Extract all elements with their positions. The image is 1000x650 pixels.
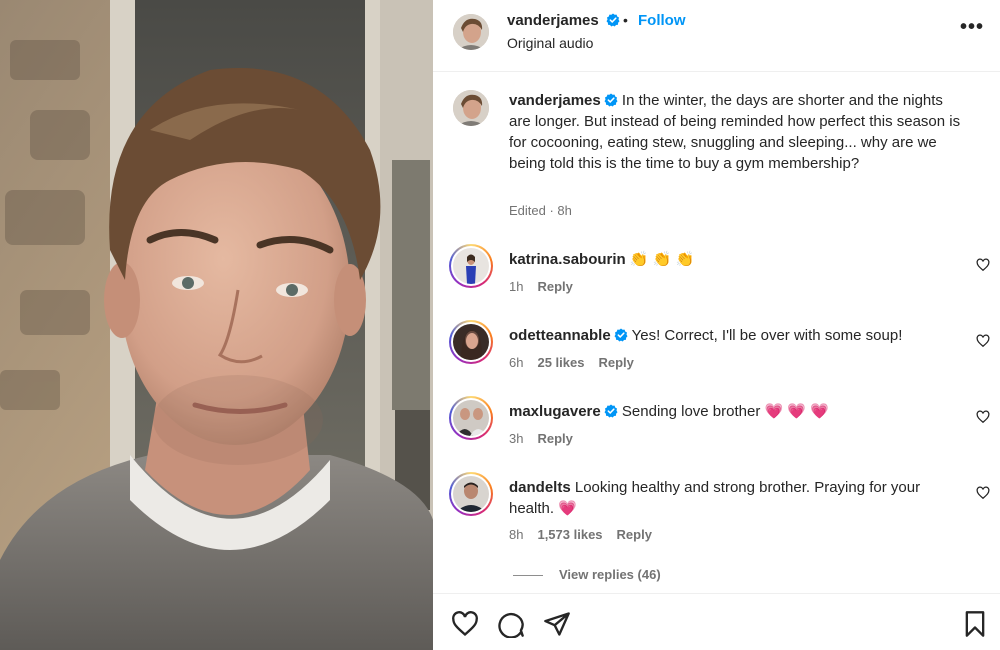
reply-button[interactable]: Reply <box>598 355 633 370</box>
reply-button[interactable]: Reply <box>537 431 572 446</box>
verified-badge-icon <box>614 328 628 342</box>
replies-divider-line <box>513 575 543 577</box>
comment-meta: 3h Reply <box>509 431 587 446</box>
like-comment-heart-icon[interactable] <box>976 486 990 500</box>
comment-likes[interactable]: 1,573 likes <box>537 527 602 542</box>
comment-likes[interactable]: 25 likes <box>537 355 584 370</box>
like-comment-heart-icon[interactable] <box>976 334 990 348</box>
caption-meta: Edited · 8h <box>509 203 572 218</box>
post-detail-panel: vanderjames • Follow Original audio ••• <box>433 0 1000 650</box>
view-replies-button[interactable]: View replies (46) <box>513 567 661 582</box>
reply-button[interactable]: Reply <box>617 527 652 542</box>
commenter-avatar[interactable] <box>449 320 493 364</box>
comment-item: katrina.sabourin 👏 👏 👏 1h Reply <box>433 244 1000 304</box>
comment-time: 1h <box>509 279 524 294</box>
commenter-avatar[interactable] <box>449 244 493 288</box>
comment-text-block: katrina.sabourin 👏 👏 👏 <box>509 249 964 270</box>
like-comment-heart-icon[interactable] <box>976 410 990 424</box>
comments-list[interactable]: vanderjames In the winter, the days are … <box>433 72 1000 592</box>
author-username[interactable]: vanderjames <box>507 12 599 29</box>
comment-time: 3h <box>509 431 524 446</box>
comment-username[interactable]: katrina.sabourin <box>509 251 626 268</box>
comment-username[interactable]: odetteannable <box>509 327 611 344</box>
comment-time: 6h <box>509 355 524 370</box>
commenter-avatar[interactable] <box>449 396 493 440</box>
caption-avatar[interactable] <box>453 90 489 126</box>
comment-meta: 8h 1,573 likes Reply <box>509 527 666 542</box>
comment-item: maxlugavere Sending love brother 💗 💗 💗 3… <box>433 396 1000 456</box>
author-name-row: vanderjames <box>507 12 620 30</box>
comment-text-block: dandelts Looking healthy and strong brot… <box>509 477 964 519</box>
comment-username[interactable]: dandelts <box>509 479 571 496</box>
commenter-avatar[interactable] <box>449 472 493 516</box>
reply-button[interactable]: Reply <box>537 279 572 294</box>
comment-text-block: maxlugavere Sending love brother 💗 💗 💗 <box>509 401 964 422</box>
comment-item: odetteannable Yes! Correct, I'll be over… <box>433 320 1000 380</box>
post-header: vanderjames • Follow Original audio ••• <box>433 0 1000 72</box>
author-avatar[interactable] <box>453 14 489 50</box>
comment-text-block: odetteannable Yes! Correct, I'll be over… <box>509 325 964 346</box>
heart-icon[interactable] <box>451 610 479 638</box>
bookmark-icon[interactable] <box>961 610 989 638</box>
caption-text-block: vanderjames In the winter, the days are … <box>509 90 964 174</box>
view-replies-label: View replies (46) <box>559 567 661 582</box>
comment-text: Looking healthy and strong brother. Pray… <box>509 479 921 517</box>
comment-icon[interactable] <box>497 610 525 638</box>
more-options-icon[interactable]: ••• <box>960 16 984 39</box>
comment-meta: 1h Reply <box>509 279 587 294</box>
follow-button[interactable]: Follow <box>638 12 686 29</box>
share-icon[interactable] <box>543 610 571 638</box>
comment-text: 👏 👏 👏 <box>629 251 695 268</box>
action-bar <box>433 593 1000 650</box>
comment-item: dandelts Looking healthy and strong brot… <box>433 472 1000 552</box>
verified-badge-icon <box>604 404 618 418</box>
selfie-image <box>0 0 433 650</box>
verified-badge-icon <box>606 13 620 27</box>
comment-username[interactable]: maxlugavere <box>509 403 601 420</box>
separator-dot: • <box>623 12 628 28</box>
like-comment-heart-icon[interactable] <box>976 258 990 272</box>
post-photo[interactable] <box>0 0 433 650</box>
audio-label[interactable]: Original audio <box>507 35 593 51</box>
verified-badge-icon <box>604 93 618 107</box>
comment-time: 8h <box>509 527 524 542</box>
caption: vanderjames In the winter, the days are … <box>433 90 1000 240</box>
caption-username[interactable]: vanderjames <box>509 92 601 109</box>
comment-meta: 6h 25 likes Reply <box>509 355 648 370</box>
comment-text: Yes! Correct, I'll be over with some sou… <box>631 327 903 344</box>
comment-text: Sending love brother 💗 💗 💗 <box>621 403 829 420</box>
